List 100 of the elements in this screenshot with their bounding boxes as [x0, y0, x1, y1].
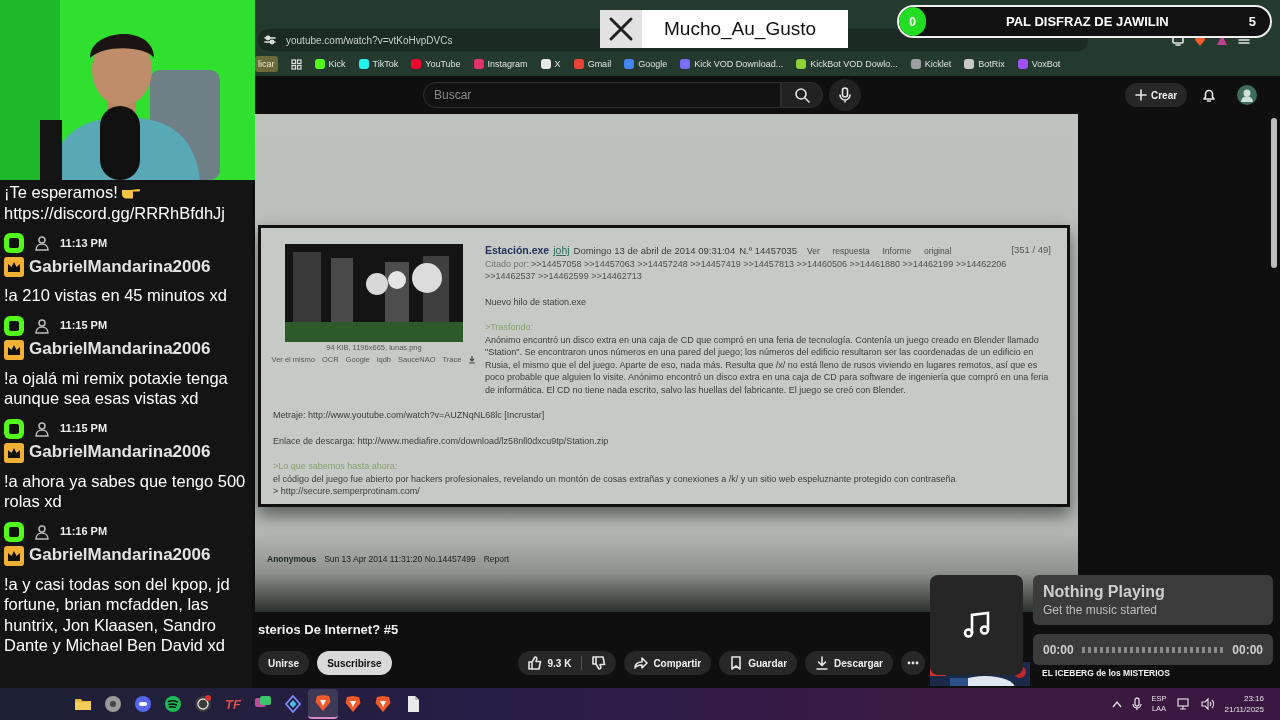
bookmark-label: Gmail [587, 59, 612, 69]
subscribe-button[interactable]: Suscribirse [317, 651, 392, 675]
post-text: el código del juego fue abierto por hackers profesionales, revelando un montón de cosas extrañas y conexiones a /k/ y un sitio web espeluznante protegido con contraseña [273, 472, 957, 485]
chat-message: ¡Te esperamos! [4, 183, 118, 201]
share-arrow-icon [634, 656, 649, 670]
create-button[interactable]: Crear [1125, 83, 1188, 107]
avatar-icon[interactable] [1237, 85, 1258, 105]
more-button[interactable] [901, 651, 925, 675]
download-icon[interactable] [468, 356, 477, 364]
quote-link[interactable]: >>14457248 [637, 258, 688, 269]
chat-username[interactable]: GabrielMandarina2006 [29, 256, 211, 278]
post-text: Anónimo encontró un disco extra en una caja de CD que compró en una feria de tecnología. Contenía un juego creado en Blender llamado "Station". Se encontraron unos números en una pared del juego; los números del edificio resultaron ser las coordenadas de un edificio en Rusia, el mismo que el del juego. Aparte de eso, nada más. Resulta que /x/ no está lleno de rusos viviendo en lugares remotos, así que es poco probable que alguien lo visite. Anónimo encontró un disco extra en una caja de CD para software de ingeniería que compró en una feria de informática. El CD no tiene nada escrito, salvo las huellas del fabricante. El juego se creó con Blender. [485, 333, 1050, 396]
reply-count: [351 / 49] [1011, 244, 1051, 257]
chat-username[interactable]: GabrielMandarina2006 [29, 442, 211, 463]
goal-current: 0 [908, 14, 917, 29]
bookmark-label: Instagram [487, 59, 528, 69]
bookmark-link[interactable]: BotRix [964, 59, 1005, 69]
person-icon [34, 235, 50, 251]
apps-grid-icon[interactable] [290, 58, 302, 70]
microphone-icon[interactable] [1131, 697, 1142, 711]
post-number[interactable]: N.º 14457035 [739, 245, 798, 256]
chat-username[interactable]: GabrielMandarina2006 [29, 545, 211, 566]
bookmark-link[interactable]: Kick [314, 59, 346, 69]
sound-waves-icon [164, 695, 182, 713]
bookmark-link[interactable]: Google [624, 59, 668, 69]
quote-link[interactable]: >>14457058 [531, 258, 582, 269]
bookmark-link[interactable]: VoxBot [1017, 59, 1061, 69]
quote-link[interactable]: >>14462713 [591, 271, 642, 281]
post-link[interactable]: Informe [882, 246, 912, 256]
greentext-line: >Trasfondo: [485, 321, 534, 334]
bookmark-link[interactable]: Gmail [573, 59, 612, 69]
scrollbar[interactable] [1271, 118, 1277, 268]
person-icon [34, 523, 50, 540]
crown-badge-icon [4, 545, 24, 566]
download-icon [815, 656, 830, 670]
chat-link[interactable]: https://discord.gg/RRRhBfdhJj [4, 203, 226, 222]
quote-link[interactable]: >>14457419 [690, 258, 741, 269]
clock[interactable]: 23:16 21/11/2025 [1224, 693, 1264, 715]
bookmark-label: X [554, 59, 561, 69]
goal-title: PAL DISFRAZ DE JAWILIN [1005, 14, 1170, 29]
post-info: Sun 13 Apr 2014 11:31:20 No.14457499 [324, 554, 476, 564]
chat-username[interactable]: GabrielMandarina2006 [29, 339, 211, 360]
quote-link[interactable]: >>14457813 [743, 258, 794, 269]
report-link[interactable]: Report [483, 554, 510, 564]
join-button[interactable]: Unirse [258, 651, 310, 675]
poster-name: Anonymous [267, 554, 317, 564]
action-button[interactable]: Guardar [719, 651, 798, 675]
bell-icon[interactable] [1201, 87, 1218, 103]
music-note-icon [961, 610, 992, 640]
poster-name: Estación.exe [485, 244, 550, 256]
social-handle: Mucho_Au_Gusto [663, 18, 817, 40]
bookmark-button[interactable]: licar [255, 56, 278, 72]
platform-badge-icon [4, 233, 24, 253]
network-icon[interactable] [1176, 697, 1191, 711]
quote-link[interactable]: >>14462199 [902, 258, 954, 269]
post-link[interactable]: respuesta [832, 246, 870, 256]
quote-link[interactable]: >>14460506 [796, 258, 847, 269]
quote-link[interactable]: >>14462599 [538, 271, 589, 281]
chat-message: !a ojalá mi remix potaxie tenga aunque sea esas vistas xd [4, 367, 229, 409]
quote-link[interactable]: >>14462537 [485, 271, 536, 281]
poster-id-link[interactable]: johj [553, 244, 570, 256]
message-time: 11:13 PM [60, 235, 108, 251]
chat-bubble-icon [134, 695, 152, 713]
video-title: sterios De Internet? #5 [258, 622, 400, 637]
crown-badge-icon [4, 339, 24, 360]
clock-date: 21/11/2025 [1224, 704, 1264, 715]
quote-link[interactable]: >>14462206 [955, 258, 1007, 269]
search-button[interactable] [781, 82, 823, 108]
quote-link[interactable]: >>14457063 [584, 258, 635, 269]
bookmark-link[interactable]: TikTok [358, 59, 399, 69]
caret-up-icon[interactable] [1111, 700, 1122, 708]
platform-badge-icon [4, 315, 24, 336]
post-link[interactable]: original [923, 246, 952, 256]
bookmark-link[interactable]: X [540, 59, 561, 69]
platform-badge-icon [4, 521, 24, 542]
action-button[interactable]: Descargar [805, 651, 893, 675]
chat-message: !a ahora ya sabes que tengo 500 rolas xd [4, 470, 247, 512]
bookmark-link[interactable]: YouTube [411, 59, 461, 69]
voice-search-button[interactable] [829, 79, 861, 111]
bookmark-link[interactable]: Kicklet [910, 59, 952, 69]
speaker-icon[interactable] [1200, 697, 1215, 711]
tune-icon [264, 34, 276, 46]
bookmark-icon [729, 656, 744, 670]
bookmark-link[interactable]: Instagram [473, 59, 528, 69]
crown-badge-icon [4, 257, 24, 277]
taskbar-app[interactable]: TF [218, 689, 248, 719]
thumbs-up-icon [528, 656, 543, 670]
chat-message: !a 210 vistas en 45 minutos xd [4, 285, 228, 306]
quote-link[interactable]: >>14461880 [849, 258, 901, 269]
post-link[interactable]: Ver [807, 246, 820, 256]
video-link[interactable]: EL ICEBERG de los MISTERIOS [1042, 668, 1170, 678]
goal-target: 5 [1248, 14, 1257, 29]
total-time: 00:00 [1232, 642, 1263, 657]
cross-icon [608, 16, 634, 42]
elapsed-time: 00:00 [1043, 642, 1074, 657]
person-icon [34, 317, 50, 334]
post-text: Nuevo hilo de station.exe [485, 295, 588, 308]
action-button[interactable]: Compartir [624, 651, 712, 675]
thumbs-down-icon [592, 656, 607, 670]
search-field[interactable]: Buscar [423, 82, 781, 108]
